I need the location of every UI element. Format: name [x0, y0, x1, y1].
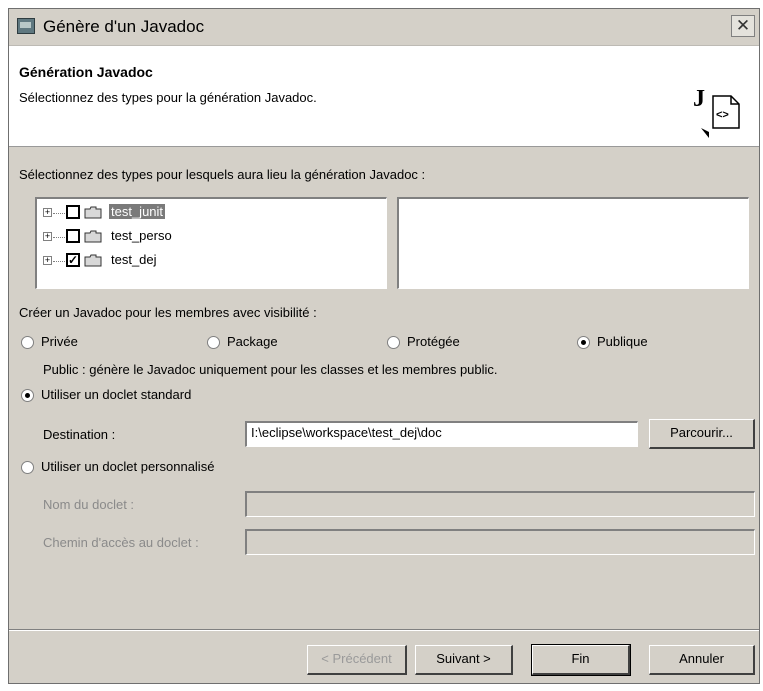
cancel-button[interactable]: Annuler — [649, 645, 755, 675]
checkbox-test-dej[interactable]: ✓ — [66, 253, 80, 267]
checkbox-test-junit[interactable] — [66, 205, 80, 219]
doclet-path-label: Chemin d'accès au doclet : — [43, 535, 199, 550]
tree-item-label: test_junit — [109, 204, 166, 219]
radio-private-indicator[interactable] — [21, 336, 34, 349]
expand-icon[interactable]: + — [43, 232, 52, 241]
checkbox-test-perso[interactable] — [66, 229, 80, 243]
tree-item-label: test_perso — [111, 228, 172, 243]
javadoc-icon: J <> — [693, 86, 740, 138]
window-icon — [17, 18, 35, 34]
finish-button[interactable]: Fin — [531, 644, 631, 676]
svg-text:J: J — [693, 86, 705, 112]
svg-text:<>: <> — [716, 109, 729, 121]
radio-public-indicator[interactable] — [577, 336, 590, 349]
radio-custom-doclet-indicator[interactable] — [21, 461, 34, 474]
folder-icon — [84, 254, 102, 267]
types-detail-list[interactable] — [397, 197, 749, 289]
window-title: Génère d'un Javadoc — [43, 17, 205, 36]
folder-icon — [84, 230, 102, 243]
folder-icon — [84, 206, 102, 219]
radio-protected-indicator[interactable] — [387, 336, 400, 349]
visibility-hint: Public : génère le Javadoc uniquement po… — [43, 362, 498, 377]
destination-label: Destination : — [43, 427, 116, 442]
radio-standard-doclet-label: Utiliser un doclet standard — [41, 387, 192, 402]
visibility-label: Créer un Javadoc pour les membres avec v… — [19, 305, 317, 320]
javadoc-wizard-dialog: Génère d'un Javadoc ✕ Génération Javadoc… — [8, 8, 760, 684]
destination-input[interactable]: I:\eclipse\workspace\test_dej\doc — [245, 421, 638, 447]
page-title: Génération Javadoc — [19, 64, 153, 80]
types-section-label: Sélectionnez des types pour lesquels aur… — [19, 167, 426, 182]
doclet-name-input[interactable] — [245, 491, 755, 517]
expand-icon[interactable]: + — [43, 256, 52, 265]
radio-package-label: Package — [227, 334, 278, 349]
expand-icon[interactable]: + — [43, 208, 52, 217]
tree-item-label: test_dej — [111, 252, 157, 267]
radio-private-label: Privée — [41, 334, 78, 349]
radio-standard-doclet-indicator[interactable] — [21, 389, 34, 402]
doclet-name-label: Nom du doclet : — [43, 497, 135, 512]
radio-public-label: Publique — [597, 334, 648, 349]
wizard-header: Génération Javadoc Sélectionnez des type… — [9, 46, 759, 147]
radio-custom-doclet-label: Utiliser un doclet personnalisé — [41, 459, 215, 474]
browse-button[interactable]: Parcourir... — [649, 419, 755, 449]
previous-button[interactable]: < Précédent — [307, 645, 407, 675]
doclet-path-input[interactable] — [245, 529, 755, 555]
footer-divider — [9, 629, 759, 631]
types-tree[interactable]: + test_junit + test_perso + ✓ test_dej — [35, 197, 387, 289]
radio-package-indicator[interactable] — [207, 336, 220, 349]
close-button[interactable]: ✕ — [731, 15, 755, 37]
next-button[interactable]: Suivant > — [415, 645, 513, 675]
page-description: Sélectionnez des types pour la génératio… — [19, 90, 317, 105]
radio-protected-label: Protégée — [407, 334, 460, 349]
title-bar[interactable]: Génère d'un Javadoc ✕ — [9, 9, 759, 46]
